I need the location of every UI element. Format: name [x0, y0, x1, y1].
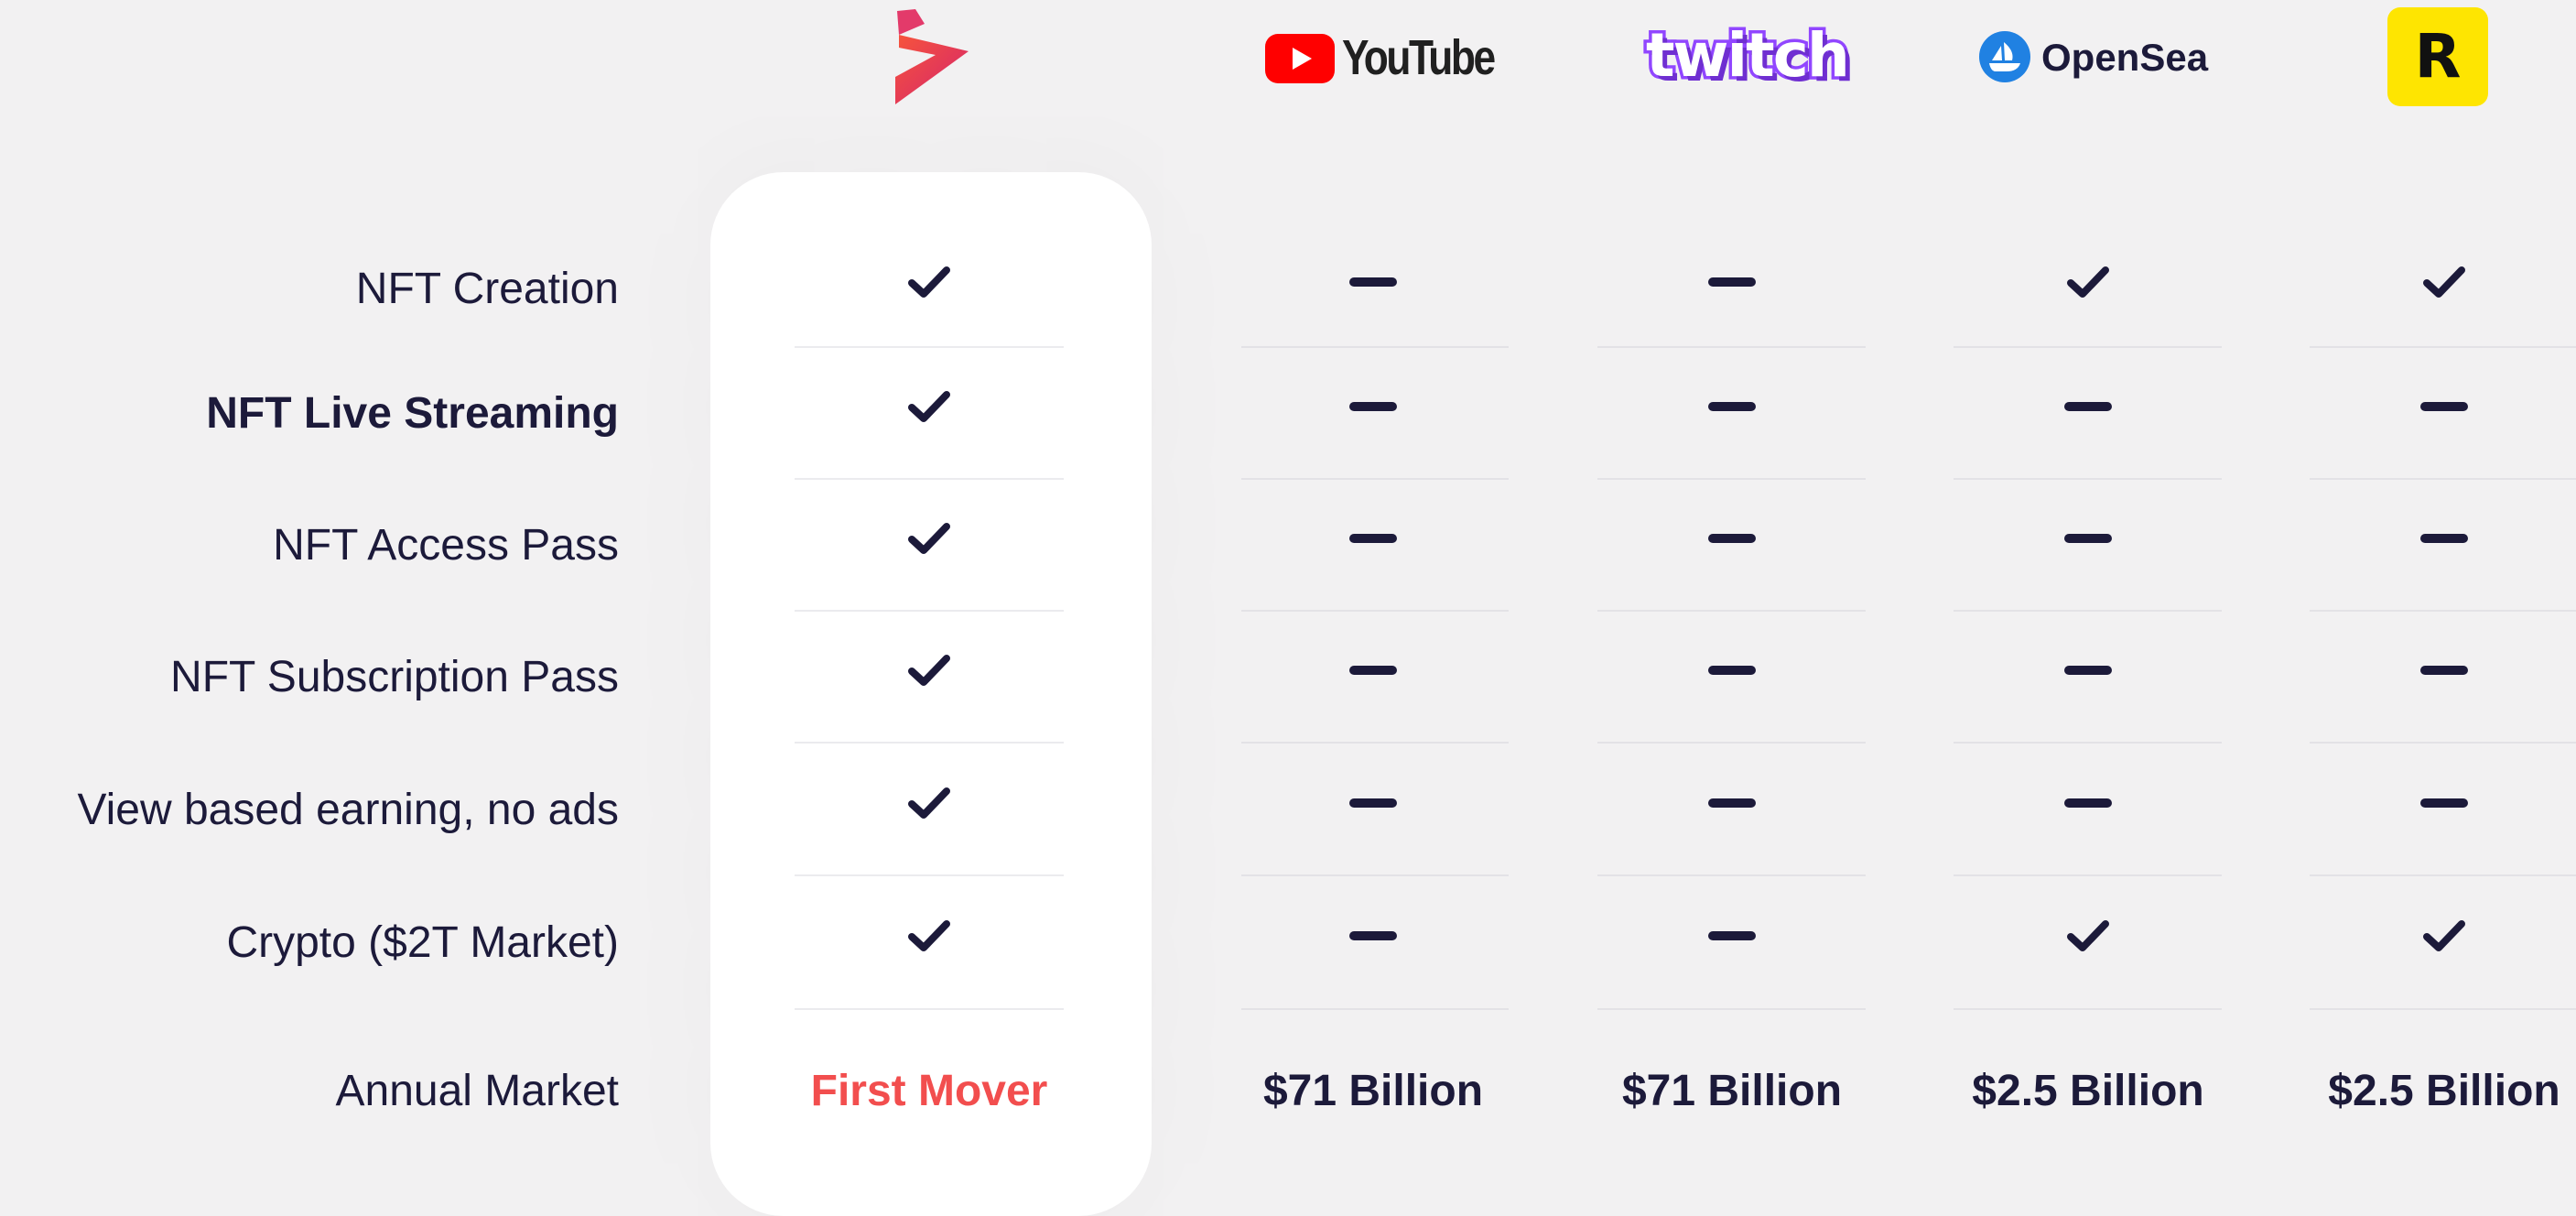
row-divider — [2310, 1008, 2576, 1010]
row-divider — [795, 1008, 1064, 1010]
row-divider — [1954, 742, 2222, 744]
check-icon — [907, 521, 951, 556]
dash-icon — [1349, 798, 1397, 808]
row-divider — [2310, 610, 2576, 612]
check-icon — [907, 653, 951, 688]
dash-icon — [1708, 798, 1756, 808]
dash-icon — [1349, 402, 1397, 411]
market-value: $2.5 Billion — [2328, 1067, 2560, 1115]
row-divider — [1597, 874, 1866, 876]
dash-icon — [1708, 277, 1756, 287]
check-icon — [907, 265, 951, 299]
market-value: $71 Billion — [1262, 1067, 1484, 1115]
row-label: View based earning, no ads — [77, 786, 619, 834]
youtube-wordmark: YouTube — [1342, 30, 1496, 85]
opensea-wordmark: OpenSea — [2041, 36, 2209, 79]
row-divider — [795, 346, 1064, 348]
row-divider — [1241, 874, 1509, 876]
check-icon — [907, 389, 951, 424]
row-divider — [2310, 478, 2576, 480]
row-divider — [1954, 346, 2222, 348]
row-divider — [1241, 346, 1509, 348]
opensea-icon — [1979, 31, 2030, 82]
self-logo — [890, 7, 972, 106]
dash-icon — [2064, 534, 2112, 543]
row-divider — [2310, 874, 2576, 876]
row-label: NFT Creation — [355, 265, 619, 313]
row-label: NFT Live Streaming — [206, 389, 619, 438]
youtube-logo: YouTube — [1265, 30, 1496, 86]
first-mover-text: First Mover — [810, 1067, 1048, 1115]
row-divider — [1954, 1008, 2222, 1010]
dash-icon — [1708, 402, 1756, 411]
row-divider — [1241, 610, 1509, 612]
row-divider — [2310, 742, 2576, 744]
dash-icon — [2064, 666, 2112, 675]
rarible-letter: R — [2414, 21, 2462, 92]
twitch-wordmark: twitch — [1643, 20, 1854, 91]
market-value: $71 Billion — [1621, 1067, 1843, 1115]
check-icon — [2422, 918, 2466, 953]
check-icon — [907, 786, 951, 820]
row-divider — [1597, 478, 1866, 480]
featured-column-card — [710, 172, 1152, 1216]
row-label: Crypto ($2T Market) — [226, 918, 619, 967]
check-icon — [907, 918, 951, 953]
row-divider — [795, 610, 1064, 612]
row-divider — [1597, 742, 1866, 744]
market-label: Annual Market — [335, 1067, 620, 1115]
row-divider — [795, 874, 1064, 876]
dash-icon — [1708, 666, 1756, 675]
row-label: NFT Access Pass — [273, 521, 619, 570]
check-icon — [2066, 265, 2110, 299]
dash-icon — [1708, 534, 1756, 543]
dash-icon — [2064, 798, 2112, 808]
row-divider — [1597, 610, 1866, 612]
dash-icon — [2420, 666, 2468, 675]
dash-icon — [1349, 534, 1397, 543]
dash-icon — [1349, 666, 1397, 675]
check-icon — [2066, 918, 2110, 953]
opensea-logo: OpenSea — [1979, 31, 2217, 84]
row-divider — [1954, 874, 2222, 876]
dash-icon — [2420, 798, 2468, 808]
check-icon — [2422, 265, 2466, 299]
dash-icon — [2064, 402, 2112, 411]
market-value: $2.5 Billion — [1972, 1067, 2204, 1115]
row-divider — [2310, 346, 2576, 348]
dash-icon — [1708, 931, 1756, 940]
row-divider — [1597, 1008, 1866, 1010]
rarible-logo: R — [2387, 7, 2488, 106]
row-label: NFT Subscription Pass — [170, 653, 619, 701]
dash-icon — [2420, 402, 2468, 411]
twitch-logo: twitch — [1643, 22, 1854, 90]
row-divider — [795, 742, 1064, 744]
row-divider — [1241, 478, 1509, 480]
row-divider — [1954, 478, 2222, 480]
row-divider — [1597, 346, 1866, 348]
dash-icon — [1349, 277, 1397, 287]
dash-icon — [1349, 931, 1397, 940]
row-divider — [1954, 610, 2222, 612]
dash-icon — [2420, 534, 2468, 543]
row-divider — [1241, 742, 1509, 744]
row-divider — [1241, 1008, 1509, 1010]
row-divider — [795, 478, 1064, 480]
